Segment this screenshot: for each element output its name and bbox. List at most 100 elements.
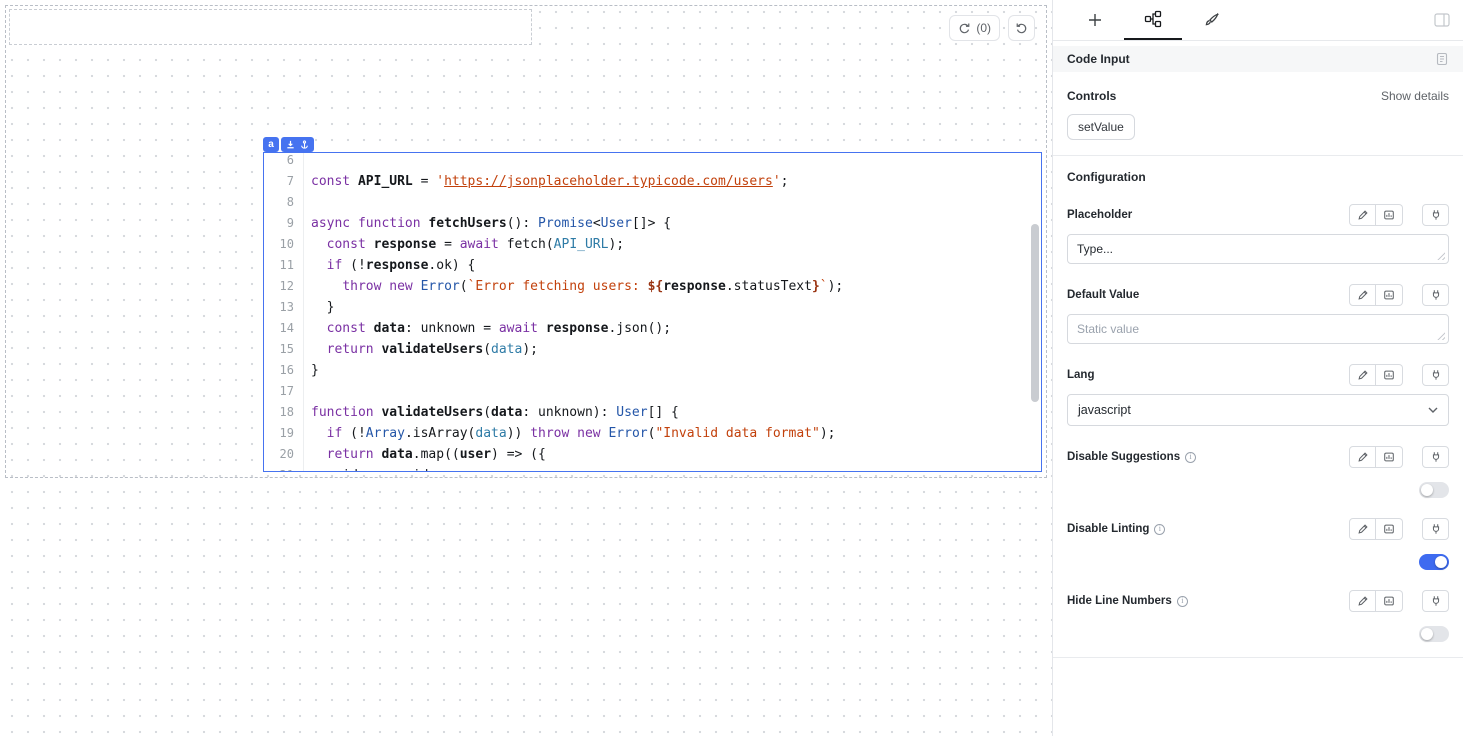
edit-button[interactable] [1349,446,1376,468]
datasource-button[interactable] [1422,204,1449,226]
panel-right-icon [1434,13,1450,27]
inspector-body: Controls Show details setValue Configura… [1053,89,1463,658]
toggle-disable-suggestions[interactable] [1419,482,1449,498]
tab-components[interactable] [1124,0,1182,40]
field-buttons [1349,204,1449,226]
transform-button[interactable] [1376,284,1403,306]
refresh-button[interactable]: (0) [949,15,1000,41]
component-handle-chip[interactable] [281,137,314,152]
code-editor[interactable]: 67const API_URL = 'https://jsonplacehold… [264,153,1041,471]
config-fields: PlaceholderType... Default Value Static va… [1067,204,1449,642]
align-bottom-icon [286,140,295,149]
field-buttons [1349,364,1449,386]
field-input-default-value[interactable]: Static value [1067,314,1449,344]
line-content: const data: unknown = await response.jso… [304,318,671,339]
input-text: Static value [1077,322,1139,336]
field-label: Disable Suggestions [1067,451,1180,463]
field-label: Lang [1067,369,1094,381]
line-content: return validateUsers(data); [304,339,538,360]
field-buttons [1349,518,1449,540]
line-content: function validateUsers(data: unknown): U… [304,402,679,423]
line-number: 16 [264,360,304,381]
section-divider-bottom [1053,657,1463,658]
datasource-button[interactable] [1422,518,1449,540]
line-content: } [304,360,319,381]
config-field-hide-line-numbers: Hide Line Numbers [1067,590,1449,642]
canvas-actions: (0) [949,15,1035,41]
show-details-link[interactable]: Show details [1381,89,1449,103]
datasource-button[interactable] [1422,284,1449,306]
component-header: Code Input [1053,46,1463,72]
code-line: 13 } [264,297,1041,318]
resize-handle-icon[interactable] [1437,252,1445,260]
field-header: Lang [1067,364,1449,386]
chevron-down-icon [1428,407,1438,413]
controls-section-header: Controls Show details [1067,89,1449,103]
component-tag-chip[interactable]: a [263,137,279,152]
edit-button[interactable] [1349,284,1376,306]
edit-button[interactable] [1349,204,1376,226]
line-content [304,192,311,213]
transform-button[interactable] [1376,364,1403,386]
field-header: Disable Suggestions [1067,446,1449,468]
transform-button[interactable] [1376,590,1403,612]
header-placeholder[interactable] [9,9,532,45]
datasource-button[interactable] [1422,590,1449,612]
code-line: 14 const data: unknown = await response.… [264,318,1041,339]
line-content: throw new Error(`Error fetching users: $… [304,276,843,297]
canvas-grid[interactable]: (0) a 67const API_URL = 'https://jsonpla… [0,0,1052,736]
method-setvalue-button[interactable]: setValue [1067,114,1135,140]
info-icon [1154,524,1165,535]
plus-icon [1087,12,1103,28]
tab-style[interactable] [1182,0,1240,40]
config-field-lang: Lang javascript [1067,364,1449,426]
history-button[interactable] [1008,15,1035,41]
field-header: Disable Linting [1067,518,1449,540]
transform-button[interactable] [1376,446,1403,468]
component-doc-icon[interactable] [1435,52,1449,66]
line-number: 8 [264,192,304,213]
pencil-icon [1357,209,1369,221]
inspector-tabbar [1053,0,1463,41]
anchor-icon [300,140,309,149]
field-select-lang[interactable]: javascript [1067,394,1449,426]
field-buttons [1349,590,1449,612]
field-buttons [1349,284,1449,306]
transform-button[interactable] [1376,204,1403,226]
datasource-button[interactable] [1422,364,1449,386]
editor-scrollbar[interactable] [1031,224,1039,402]
input-text: Type... [1077,242,1113,256]
code-input-component[interactable]: a 67const API_URL = 'https://jsonplaceho… [263,152,1042,472]
collapse-panel-button[interactable] [1434,0,1450,40]
component-title: Code Input [1067,52,1130,66]
field-input-placeholder[interactable]: Type... [1067,234,1449,264]
code-line: 16} [264,360,1041,381]
config-field-disable-suggestions: Disable Suggestions [1067,446,1449,498]
line-content: return data.map((user) => ({ [304,444,546,465]
transform-button[interactable] [1376,518,1403,540]
edit-button[interactable] [1349,518,1376,540]
code-lines: 67const API_URL = 'https://jsonplacehold… [264,153,1041,471]
toggle-disable-linting[interactable] [1419,554,1449,570]
line-number: 11 [264,255,304,276]
toggle-hide-line-numbers[interactable] [1419,626,1449,642]
toggle-knob [1421,628,1433,640]
line-number: 9 [264,213,304,234]
line-content: } [304,297,334,318]
line-content: id: user.id, [304,465,436,471]
resize-handle-icon[interactable] [1437,332,1445,340]
field-header: Default Value [1067,284,1449,306]
datasource-button[interactable] [1422,446,1449,468]
components-icon [1144,10,1162,28]
pencil-icon [1357,451,1369,463]
toggle-knob [1435,556,1447,568]
line-number: 20 [264,444,304,465]
tab-add[interactable] [1066,0,1124,40]
edit-button[interactable] [1349,364,1376,386]
line-number: 10 [264,234,304,255]
config-field-placeholder: PlaceholderType... [1067,204,1449,264]
line-content: const API_URL = 'https://jsonplaceholder… [304,171,788,192]
code-line: 15 return validateUsers(data); [264,339,1041,360]
configuration-heading: Configuration [1067,170,1449,184]
edit-button[interactable] [1349,590,1376,612]
